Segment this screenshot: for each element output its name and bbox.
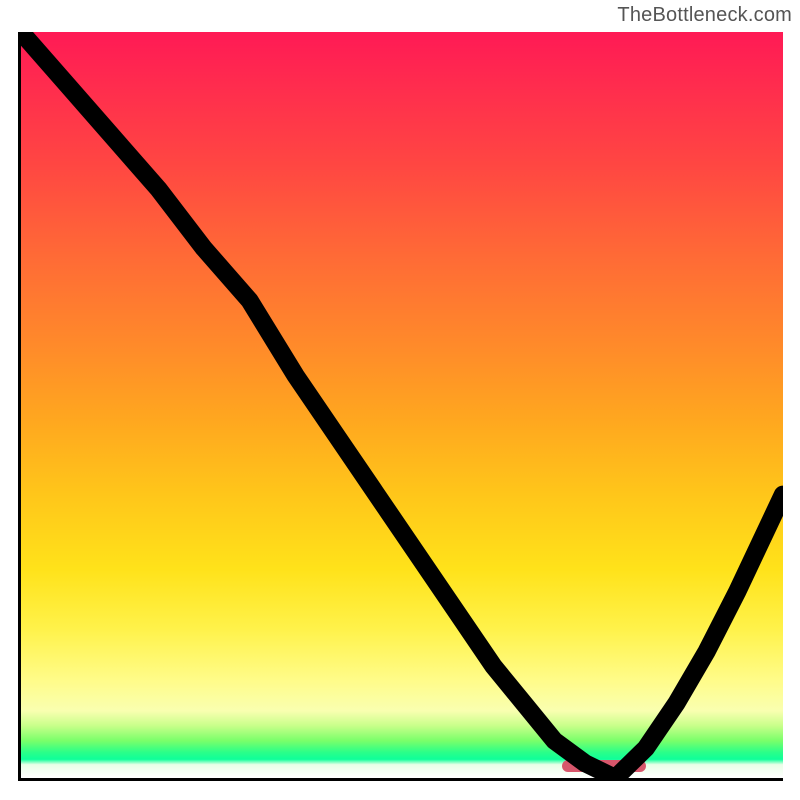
chart-wrap: TheBottleneck.com — [0, 0, 800, 800]
plot-area — [18, 32, 783, 781]
bottleneck-curve — [21, 32, 783, 778]
watermark-text: TheBottleneck.com — [617, 4, 792, 27]
